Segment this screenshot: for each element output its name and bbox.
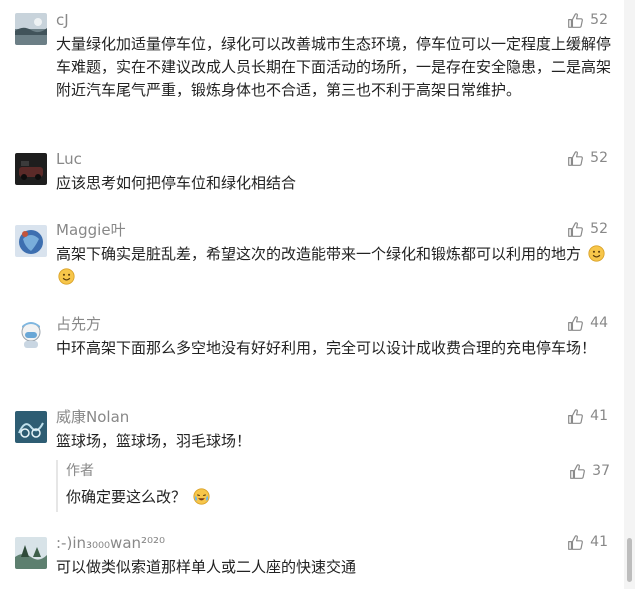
- comment-text: 大量绿化加适量停车位，绿化可以改善城市生态环境，停车位可以一定程度上缓解停车难题…: [56, 35, 612, 99]
- scrollbar-thumb[interactable]: [627, 538, 632, 582]
- like-count: 41: [590, 534, 608, 550]
- comment-author[interactable]: cJ: [56, 10, 69, 30]
- thumbs-up-icon: [567, 315, 584, 332]
- smile-emoji-icon: [58, 268, 75, 285]
- thumbs-up-icon: [567, 534, 584, 551]
- thumbs-up-icon: [567, 150, 584, 167]
- thumbs-up-icon: [567, 221, 584, 238]
- reply-author: 作者: [66, 463, 94, 479]
- like-count: 52: [590, 221, 608, 237]
- like-button[interactable]: 52: [567, 220, 608, 238]
- comment-author[interactable]: Maggie叶: [56, 220, 126, 240]
- comment-author[interactable]: 威康Nolan: [56, 407, 129, 427]
- comment-author[interactable]: Luc: [56, 149, 82, 169]
- comment-text: 应该思考如何把停车位和绿化相结合: [56, 174, 297, 192]
- avatar[interactable]: [15, 537, 47, 569]
- like-count: 52: [590, 150, 608, 166]
- like-count: 41: [590, 408, 608, 424]
- comment-author[interactable]: :-)in₃₀₀₀wan²⁰²⁰: [56, 533, 165, 553]
- avatar[interactable]: [15, 318, 47, 350]
- reply-text-content: 你确定要这么改？: [66, 488, 187, 506]
- avatar[interactable]: [15, 225, 47, 257]
- like-button[interactable]: 41: [567, 533, 608, 551]
- comment-text: 中环高架下面那么多空地没有好好利用，完全可以设计成收费合理的充电停车场！: [56, 339, 597, 357]
- avatar[interactable]: [15, 153, 47, 185]
- thumbs-up-icon: [567, 408, 584, 425]
- scrollbar[interactable]: [624, 0, 635, 589]
- comment-text: 可以做类似索道那样单人或二人座的快速交通: [56, 558, 357, 576]
- comment-text-content: 高架下确实是脏乱差，希望这次的改造能带来一个绿化和锻炼都可以利用的地方: [56, 245, 582, 263]
- avatar[interactable]: [15, 13, 47, 45]
- like-button[interactable]: 44: [567, 314, 608, 332]
- like-count: 37: [592, 463, 610, 479]
- like-count: 44: [590, 315, 608, 331]
- laugh-cry-emoji-icon: [193, 488, 210, 505]
- like-count: 52: [590, 12, 608, 28]
- comment-text: 高架下确实是脏乱差，希望这次的改造能带来一个绿化和锻炼都可以利用的地方: [56, 243, 611, 289]
- thumbs-up-icon: [567, 12, 584, 29]
- reply-text: 你确定要这么改？: [66, 486, 210, 508]
- like-button[interactable]: 41: [567, 407, 608, 425]
- thumbs-up-icon: [569, 463, 586, 480]
- comment-author[interactable]: 占先方: [56, 314, 101, 334]
- like-button[interactable]: 52: [567, 11, 608, 29]
- smile-emoji-icon: [588, 245, 605, 262]
- reply-like-button[interactable]: 37: [569, 462, 610, 480]
- comment-list: cJ 52 大量绿化加适量停车位，绿化可以改善城市生态环境，停车位可以一定程度上…: [0, 0, 624, 589]
- comment-text: 篮球场，篮球场，羽毛球场！: [56, 432, 252, 450]
- author-reply: 作者 37 你确定要这么改？: [56, 460, 626, 512]
- avatar[interactable]: [15, 411, 47, 443]
- like-button[interactable]: 52: [567, 149, 608, 167]
